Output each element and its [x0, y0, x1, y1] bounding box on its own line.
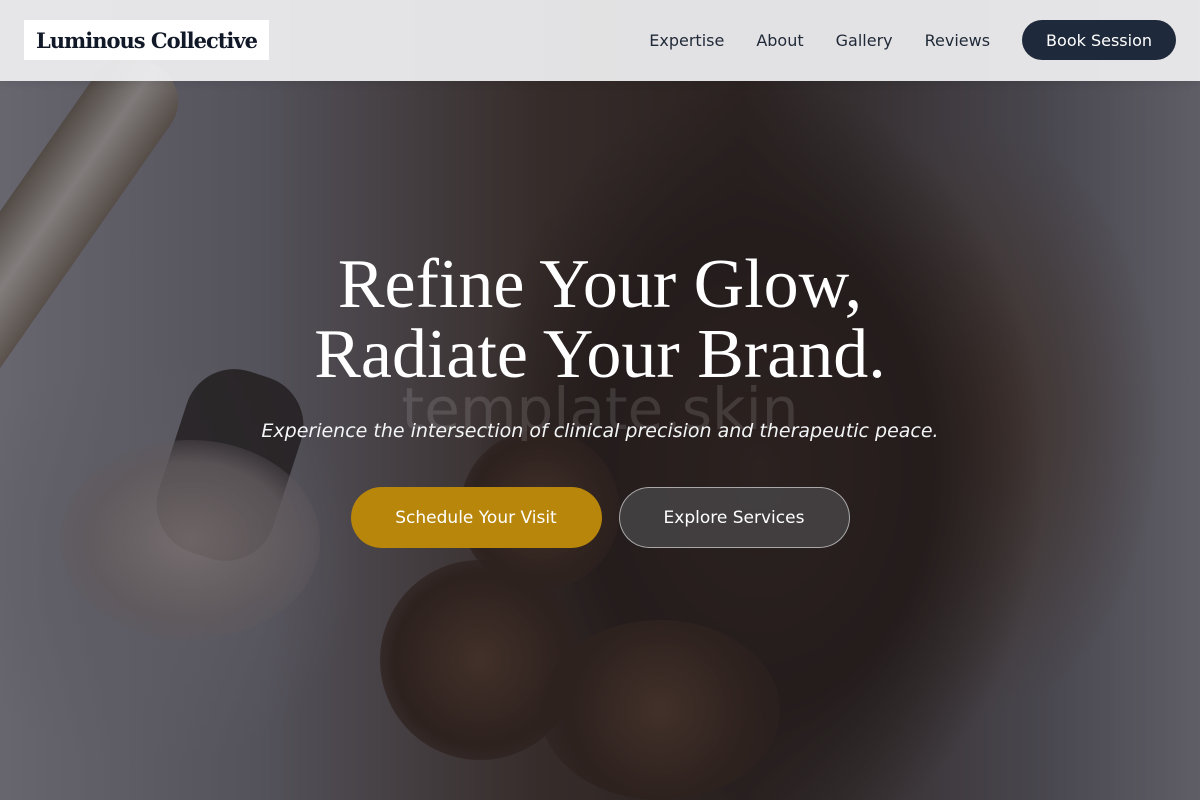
explore-services-button[interactable]: Explore Services — [618, 487, 850, 548]
schedule-visit-button[interactable]: Schedule Your Visit — [350, 487, 602, 548]
nav-link-reviews[interactable]: Reviews — [925, 31, 990, 50]
nav-link-gallery[interactable]: Gallery — [836, 31, 893, 50]
hero-subtitle: Experience the intersection of clinical … — [261, 420, 939, 442]
hero-cta-row: Schedule Your Visit Explore Services — [0, 487, 1200, 548]
brand-logo[interactable]: Luminous Collective — [24, 20, 269, 60]
hero-title: Refine Your Glow, Radiate Your Brand. — [0, 250, 1200, 390]
site-header: Luminous Collective Expertise About Gall… — [0, 0, 1200, 81]
nav-link-expertise[interactable]: Expertise — [649, 31, 724, 50]
main-nav: Expertise About Gallery Reviews Book Ses… — [649, 20, 1176, 60]
book-session-button[interactable]: Book Session — [1022, 20, 1176, 60]
hero-title-line-1: Refine Your Glow, — [337, 246, 863, 323]
nav-link-about[interactable]: About — [756, 31, 803, 50]
